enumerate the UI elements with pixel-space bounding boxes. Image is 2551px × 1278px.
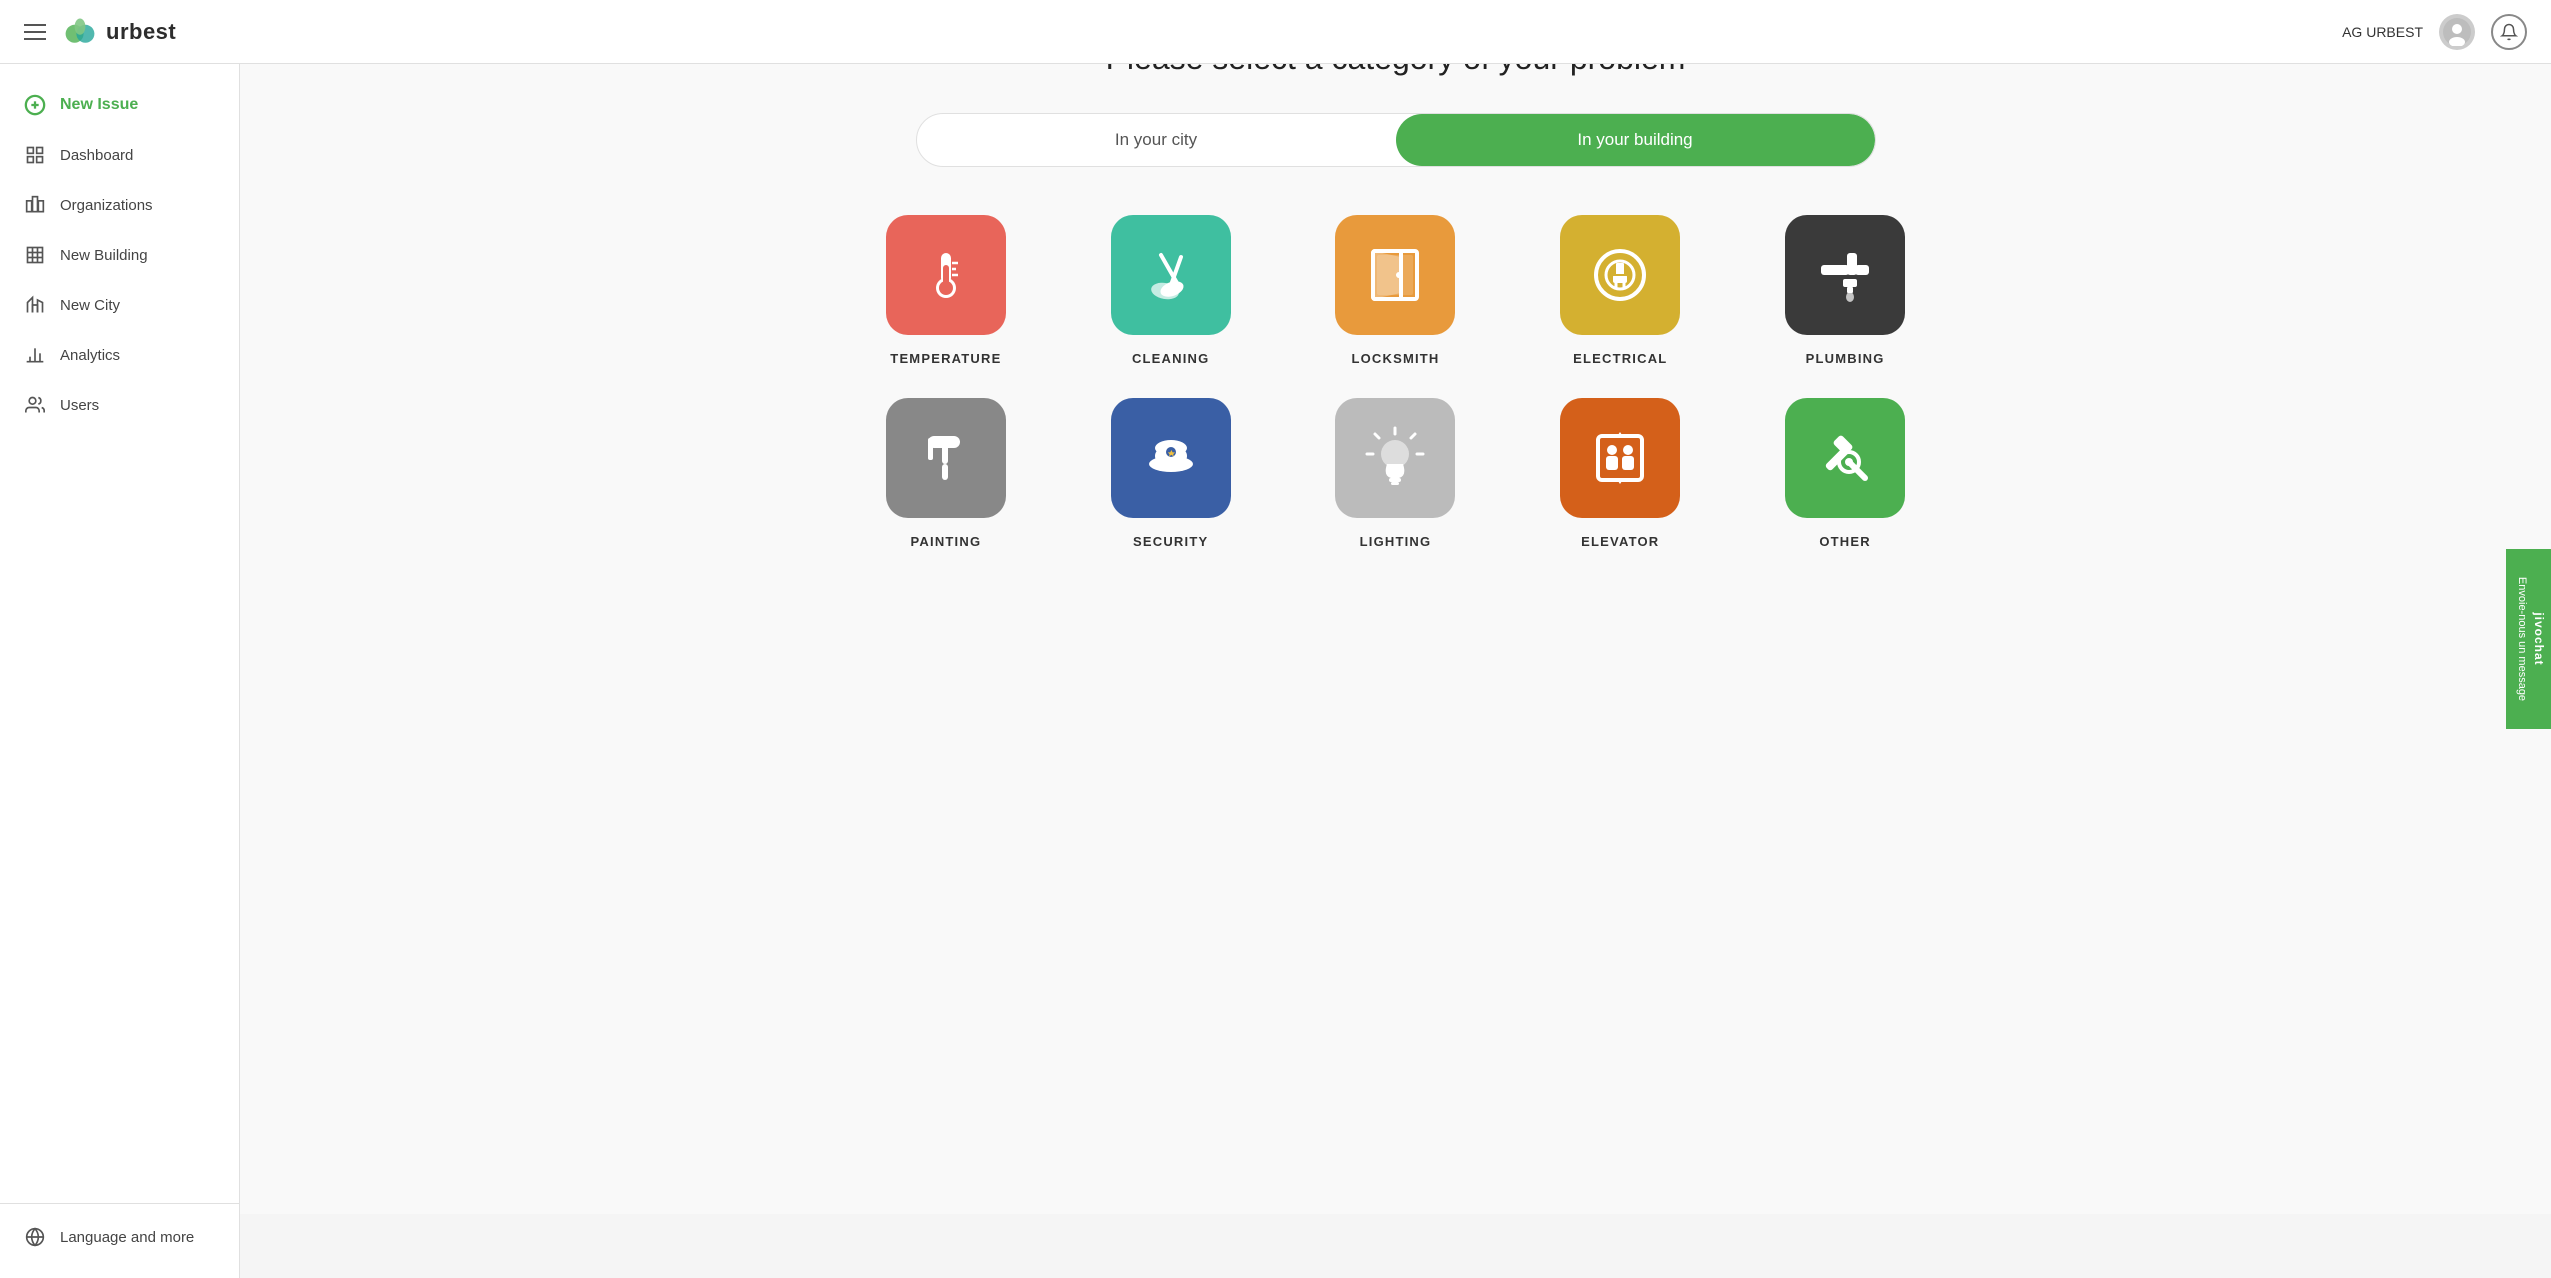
electrical-icon-box xyxy=(1560,215,1680,335)
category-temperature[interactable]: TEMPERATURE xyxy=(846,215,1047,366)
toggle-building-button[interactable]: In your building xyxy=(1396,114,1875,166)
sidebar-item-analytics[interactable]: Analytics xyxy=(0,330,239,380)
sidebar-item-organizations-label: Organizations xyxy=(60,197,153,214)
hamburger-icon[interactable] xyxy=(24,24,46,40)
sidebar-item-new-building[interactable]: New Building xyxy=(0,230,239,280)
category-plumbing[interactable]: PLUMBING xyxy=(1745,215,1946,366)
notification-bell-button[interactable] xyxy=(2491,14,2527,50)
category-cleaning[interactable]: CLEANING xyxy=(1070,215,1271,366)
sidebar-item-new-issue[interactable]: New Issue xyxy=(0,80,239,130)
app-header: urbest AG URBEST xyxy=(0,0,2551,64)
other-icon-box xyxy=(1785,398,1905,518)
temperature-icon-box xyxy=(886,215,1006,335)
elevator-label: ELEVATOR xyxy=(1581,534,1659,549)
category-lighting[interactable]: LIGHTING xyxy=(1295,398,1496,549)
sidebar-item-new-issue-label: New Issue xyxy=(60,96,138,114)
light-icon xyxy=(1363,426,1427,490)
lighting-label: LIGHTING xyxy=(1360,534,1432,549)
building-icon xyxy=(24,244,46,266)
plumbing-icon-box xyxy=(1785,215,1905,335)
cleaning-label: CLEANING xyxy=(1132,351,1210,366)
roller-icon xyxy=(914,426,978,490)
category-painting[interactable]: PAINTING xyxy=(846,398,1047,549)
door-icon xyxy=(1363,243,1427,307)
category-toggle: In your city In your building xyxy=(916,113,1876,167)
painting-label: PAINTING xyxy=(911,534,982,549)
plumbing-label: PLUMBING xyxy=(1806,351,1885,366)
sidebar-item-language-label: Language and more xyxy=(60,1229,194,1246)
category-elevator[interactable]: ELEVATOR xyxy=(1520,398,1721,549)
jivochat-tab[interactable]: jivochat Envoie-nous un message xyxy=(2506,549,2551,729)
logo-icon xyxy=(62,14,98,50)
thermometer-icon xyxy=(914,243,978,307)
sidebar-item-users[interactable]: Users xyxy=(0,380,239,430)
dashboard-icon xyxy=(24,144,46,166)
temperature-label: TEMPERATURE xyxy=(890,351,1001,366)
category-electrical[interactable]: ELECTRICAL xyxy=(1520,215,1721,366)
sidebar-item-new-city-label: New City xyxy=(60,297,120,314)
plus-circle-icon xyxy=(24,94,46,116)
elevator-icon xyxy=(1588,426,1652,490)
locksmith-icon-box xyxy=(1335,215,1455,335)
jivochat-label: jivochat xyxy=(2532,612,2546,665)
plumbing-icon xyxy=(1813,243,1877,307)
painting-icon-box xyxy=(886,398,1006,518)
avatar xyxy=(2439,14,2475,50)
security-label: SECURITY xyxy=(1133,534,1208,549)
security-icon-box xyxy=(1111,398,1231,518)
electrical-icon xyxy=(1588,243,1652,307)
sidebar-item-analytics-label: Analytics xyxy=(60,347,120,364)
categories-grid: TEMPERATURE CLEANING xyxy=(846,215,1946,549)
sidebar-item-new-building-label: New Building xyxy=(60,247,148,264)
security-icon xyxy=(1139,426,1203,490)
other-label: OTHER xyxy=(1819,534,1871,549)
header-right: AG URBEST xyxy=(2342,14,2527,50)
lighting-icon-box xyxy=(1335,398,1455,518)
logo-text: urbest xyxy=(106,19,176,45)
category-other[interactable]: OTHER xyxy=(1745,398,1946,549)
toggle-city-button[interactable]: In your city xyxy=(917,114,1396,166)
sidebar-item-dashboard-label: Dashboard xyxy=(60,147,133,164)
globe-icon xyxy=(24,1226,46,1248)
user-name: AG URBEST xyxy=(2342,24,2423,40)
bell-icon xyxy=(2500,23,2518,41)
elevator-icon-box xyxy=(1560,398,1680,518)
tools-icon xyxy=(1813,426,1877,490)
category-security[interactable]: SECURITY xyxy=(1070,398,1271,549)
cleaning-icon xyxy=(1139,243,1203,307)
cleaning-icon-box xyxy=(1111,215,1231,335)
logo: urbest xyxy=(62,14,176,50)
organizations-icon xyxy=(24,194,46,216)
category-locksmith[interactable]: LOCKSMITH xyxy=(1295,215,1496,366)
header-left: urbest xyxy=(24,14,176,50)
sidebar-item-language[interactable]: Language and more xyxy=(0,1212,239,1262)
users-icon xyxy=(24,394,46,416)
main-content: Please select a category of your problem… xyxy=(240,0,2551,1214)
sidebar-item-users-label: Users xyxy=(60,397,99,414)
sidebar: New Issue Dashboard Organizations xyxy=(0,64,240,1278)
analytics-icon xyxy=(24,344,46,366)
sidebar-item-organizations[interactable]: Organizations xyxy=(0,180,239,230)
city-icon xyxy=(24,294,46,316)
sidebar-bottom: Language and more xyxy=(0,1203,239,1262)
electrical-label: ELECTRICAL xyxy=(1573,351,1667,366)
sidebar-item-dashboard[interactable]: Dashboard xyxy=(0,130,239,180)
locksmith-label: LOCKSMITH xyxy=(1351,351,1439,366)
jivochat-message: Envoie-nous un message xyxy=(2516,577,2528,701)
sidebar-item-new-city[interactable]: New City xyxy=(0,280,239,330)
